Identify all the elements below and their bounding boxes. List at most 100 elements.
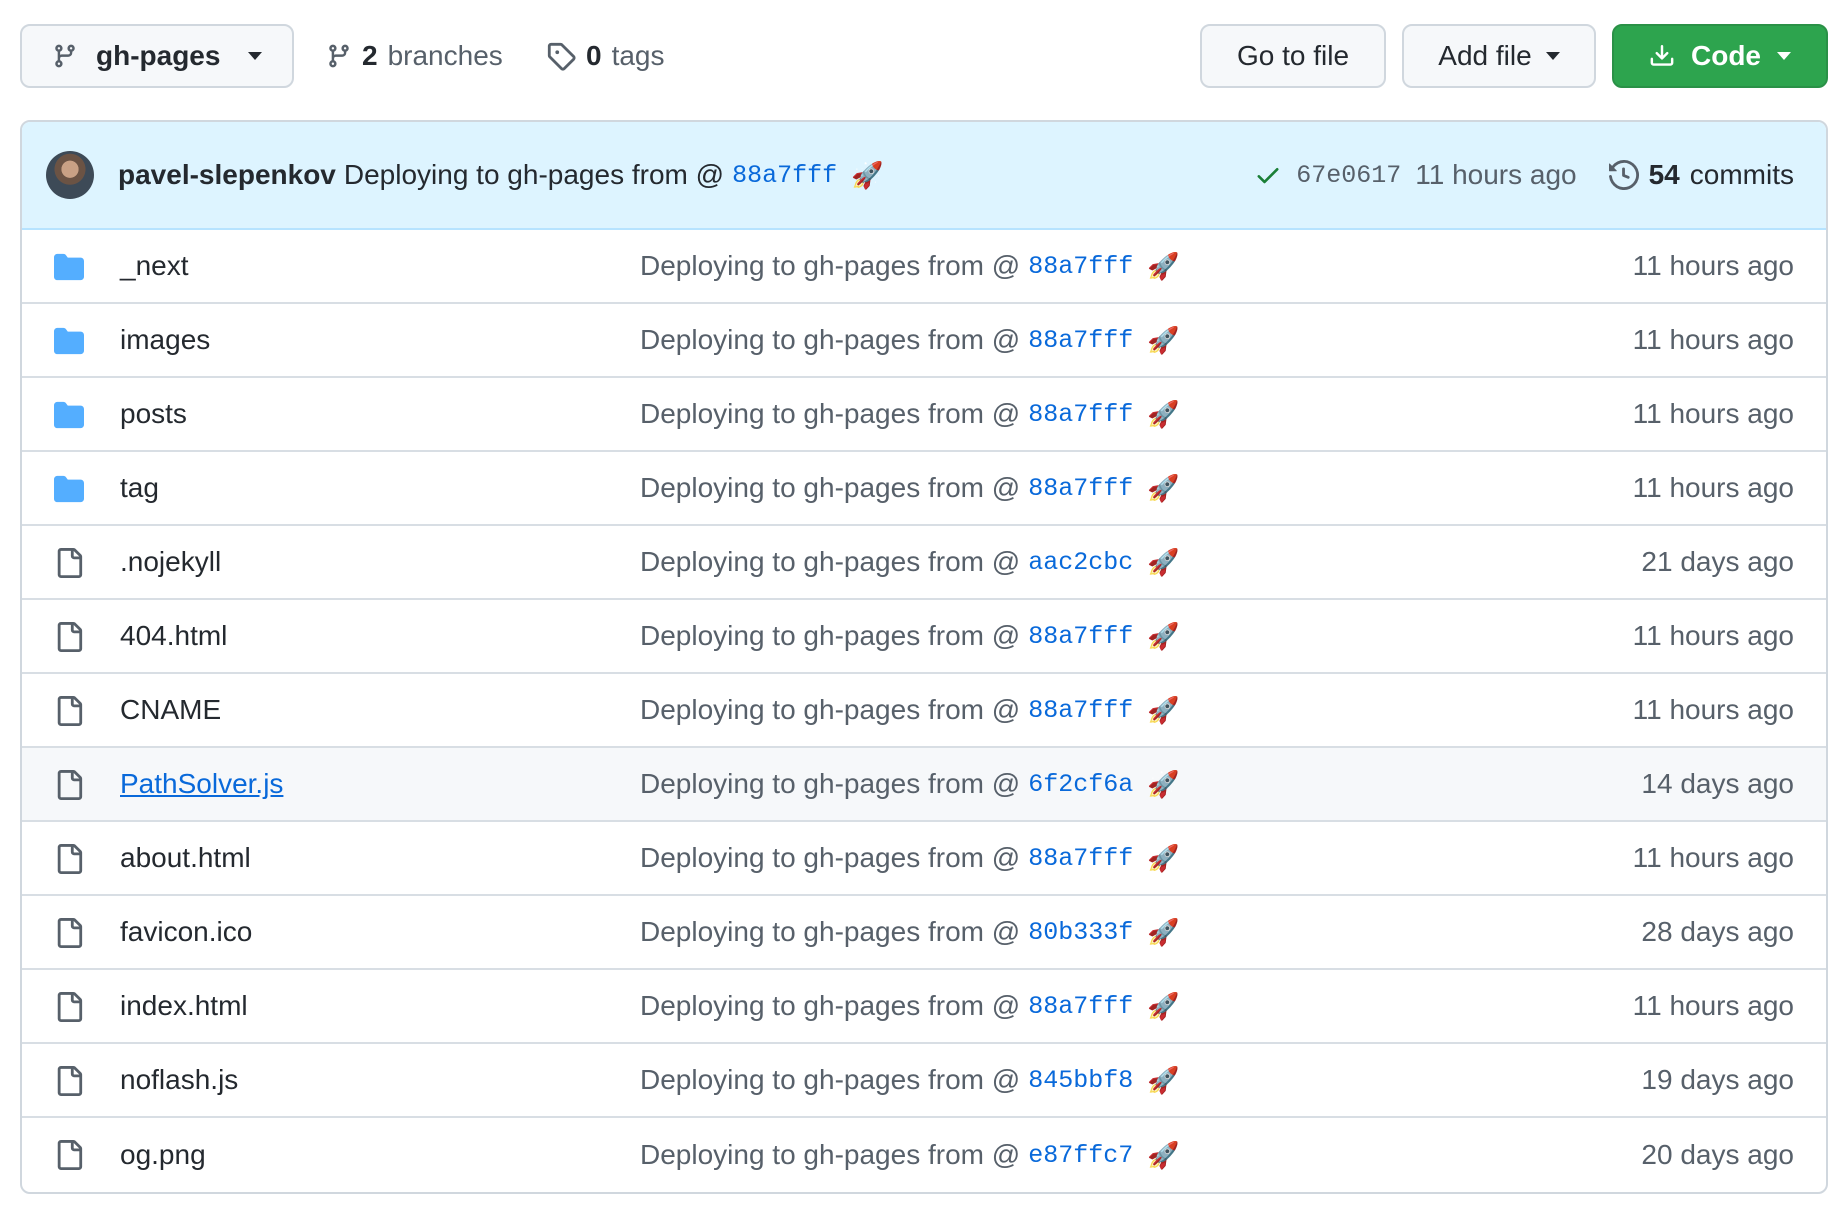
commit-message-link[interactable]: Deploying to gh-pages from @ xyxy=(640,546,1020,578)
commit-message-link[interactable]: Deploying to gh-pages from @ xyxy=(640,916,1020,948)
git-branch-icon xyxy=(55,44,75,68)
check-icon[interactable] xyxy=(1254,161,1282,189)
file-commit-age: 20 days ago xyxy=(1641,1139,1794,1170)
commit-sha-link[interactable]: 845bbf8 xyxy=(1028,1066,1133,1095)
commit-sha-link[interactable]: 88a7fff xyxy=(1028,326,1133,355)
commit-message-link[interactable]: Deploying to gh-pages from @ xyxy=(640,1139,1020,1171)
file-name-link[interactable]: PathSolver.js xyxy=(120,768,283,800)
file-row[interactable]: about.html Deploying to gh-pages from @ 88… xyxy=(22,822,1826,896)
file-commit-age: 11 hours ago xyxy=(1632,842,1794,873)
commit-message-text[interactable]: Deploying to gh-pages from @ xyxy=(344,159,724,191)
file-name-link[interactable]: index.html xyxy=(120,990,248,1022)
file-row[interactable]: noflash.js Deploying to gh-pages from @ 84… xyxy=(22,1044,1826,1118)
file-name-link[interactable]: favicon.ico xyxy=(120,916,252,948)
file-commit-age: 11 hours ago xyxy=(1632,990,1794,1021)
file-commit-age: 11 hours ago xyxy=(1632,324,1794,355)
commit-message-link[interactable]: Deploying to gh-pages from @ xyxy=(640,620,1020,652)
file-commit-message: Deploying to gh-pages from @ 88a7fff 🚀 xyxy=(640,398,1180,430)
file-icon xyxy=(52,844,86,874)
commit-message-link[interactable]: Deploying to gh-pages from @ xyxy=(640,694,1020,726)
file-icon xyxy=(52,1066,86,1096)
file-commit-age: 21 days ago xyxy=(1641,546,1794,577)
file-name-link[interactable]: og.png xyxy=(120,1139,206,1171)
file-commit-age: 11 hours ago xyxy=(1632,250,1794,281)
add-file-label: Add file xyxy=(1438,40,1532,71)
rocket-emoji: 🚀 xyxy=(1147,546,1180,577)
file-commit-age: 11 hours ago xyxy=(1632,694,1794,725)
file-row[interactable]: CNAME Deploying to gh-pages from @ 88a7fff… xyxy=(22,674,1826,748)
file-name-link[interactable]: 404.html xyxy=(120,620,227,652)
commit-sha-link[interactable]: 88a7fff xyxy=(1028,696,1133,725)
commit-message-link[interactable]: Deploying to gh-pages from @ xyxy=(640,768,1020,800)
file-row[interactable]: .nojekyll Deploying to gh-pages from @ aac… xyxy=(22,526,1826,600)
file-commit-message: Deploying to gh-pages from @ aac2cbc 🚀 xyxy=(640,546,1180,578)
file-commit-message: Deploying to gh-pages from @ 88a7fff 🚀 xyxy=(640,472,1180,504)
file-name-link[interactable]: images xyxy=(120,324,210,356)
commit-message-link[interactable]: Deploying to gh-pages from @ xyxy=(640,398,1020,430)
commit-sha-link[interactable]: 88a7fff xyxy=(1028,844,1133,873)
file-browser: pavel-slepenkov Deploying to gh-pages fr… xyxy=(20,120,1828,1194)
file-name-link[interactable]: posts xyxy=(120,398,187,430)
file-row[interactable]: 404.html Deploying to gh-pages from @ 88a7… xyxy=(22,600,1826,674)
file-commit-age: 11 hours ago xyxy=(1632,620,1794,651)
commit-sha-link[interactable]: 88a7fff xyxy=(1028,992,1133,1021)
file-row[interactable]: favicon.ico Deploying to gh-pages from @ 8… xyxy=(22,896,1826,970)
commit-sha-link[interactable]: 88a7fff xyxy=(1028,622,1133,651)
add-file-button[interactable]: Add file xyxy=(1402,24,1596,88)
chevron-down-icon xyxy=(1777,52,1791,60)
commit-message-link[interactable]: Deploying to gh-pages from @ xyxy=(640,250,1020,282)
rocket-emoji: 🚀 xyxy=(1147,1064,1180,1095)
code-button[interactable]: Code xyxy=(1612,24,1828,88)
file-commit-message: Deploying to gh-pages from @ 88a7fff 🚀 xyxy=(640,250,1180,282)
commit-message-link[interactable]: Deploying to gh-pages from @ xyxy=(640,324,1020,356)
file-row[interactable]: posts Deploying to gh-pages from @ 88a7fff… xyxy=(22,378,1826,452)
rocket-emoji: 🚀 xyxy=(1147,324,1180,355)
chevron-down-icon xyxy=(248,52,262,60)
file-row[interactable]: _next Deploying to gh-pages from @ 88a7fff… xyxy=(22,230,1826,304)
file-row[interactable]: index.html Deploying to gh-pages from @ 88… xyxy=(22,970,1826,1044)
file-row[interactable]: PathSolver.js Deploying to gh-pages from … xyxy=(22,748,1826,822)
file-commit-message: Deploying to gh-pages from @ 88a7fff 🚀 xyxy=(640,990,1180,1022)
go-to-file-button[interactable]: Go to file xyxy=(1200,24,1386,88)
file-commit-age: 28 days ago xyxy=(1641,916,1794,947)
rocket-emoji: 🚀 xyxy=(1147,916,1180,947)
file-name-link[interactable]: about.html xyxy=(120,842,251,874)
commit-message-link[interactable]: Deploying to gh-pages from @ xyxy=(640,990,1020,1022)
commit-sha-link[interactable]: 80b333f xyxy=(1028,918,1133,947)
file-name-link[interactable]: tag xyxy=(120,472,159,504)
avatar[interactable] xyxy=(46,151,94,199)
commit-sha-link[interactable]: aac2cbc xyxy=(1028,548,1133,577)
rocket-emoji: 🚀 xyxy=(1147,250,1180,281)
commit-sha-link[interactable]: 88a7fff xyxy=(1028,252,1133,281)
history-icon xyxy=(1608,160,1639,190)
latest-commit-bar: pavel-slepenkov Deploying to gh-pages fr… xyxy=(22,122,1826,230)
file-name-link[interactable]: noflash.js xyxy=(120,1064,238,1096)
folder-icon xyxy=(52,400,86,430)
branches-link[interactable]: 2 branches xyxy=(326,24,503,88)
folder-icon xyxy=(52,252,86,282)
commit-sha-link[interactable]: 88a7fff xyxy=(1028,400,1133,429)
commit-message-sha-link[interactable]: 88a7fff xyxy=(732,161,837,190)
file-name-link[interactable]: _next xyxy=(120,250,189,282)
commit-message-link[interactable]: Deploying to gh-pages from @ xyxy=(640,1064,1020,1096)
latest-commit-message: pavel-slepenkov Deploying to gh-pages fr… xyxy=(118,159,883,191)
commit-message-link[interactable]: Deploying to gh-pages from @ xyxy=(640,842,1020,874)
branch-selector-button[interactable]: gh-pages xyxy=(20,24,294,88)
commit-sha-link[interactable]: e87ffc7 xyxy=(1028,1141,1133,1170)
file-list: _next Deploying to gh-pages from @ 88a7fff… xyxy=(22,230,1826,1192)
commit-sha-link[interactable]: 88a7fff xyxy=(1028,474,1133,503)
file-row[interactable]: og.png Deploying to gh-pages from @ e87ffc… xyxy=(22,1118,1826,1192)
commit-sha-link[interactable]: 6f2cf6a xyxy=(1028,770,1133,799)
branch-name: gh-pages xyxy=(96,40,221,71)
commit-sha-link[interactable]: 67e0617 xyxy=(1296,161,1401,190)
commit-message-link[interactable]: Deploying to gh-pages from @ xyxy=(640,472,1020,504)
file-name-link[interactable]: CNAME xyxy=(120,694,221,726)
commit-author[interactable]: pavel-slepenkov xyxy=(118,159,336,191)
commits-history-link[interactable]: 54 commits xyxy=(1608,159,1794,191)
file-name-link[interactable]: .nojekyll xyxy=(120,546,221,578)
file-commit-message: Deploying to gh-pages from @ 80b333f 🚀 xyxy=(640,916,1180,948)
branches-label: branches xyxy=(387,40,503,71)
tags-link[interactable]: 0 tags xyxy=(546,24,665,88)
file-row[interactable]: tag Deploying to gh-pages from @ 88a7fff 🚀 1… xyxy=(22,452,1826,526)
file-row[interactable]: images Deploying to gh-pages from @ 88a7ff… xyxy=(22,304,1826,378)
